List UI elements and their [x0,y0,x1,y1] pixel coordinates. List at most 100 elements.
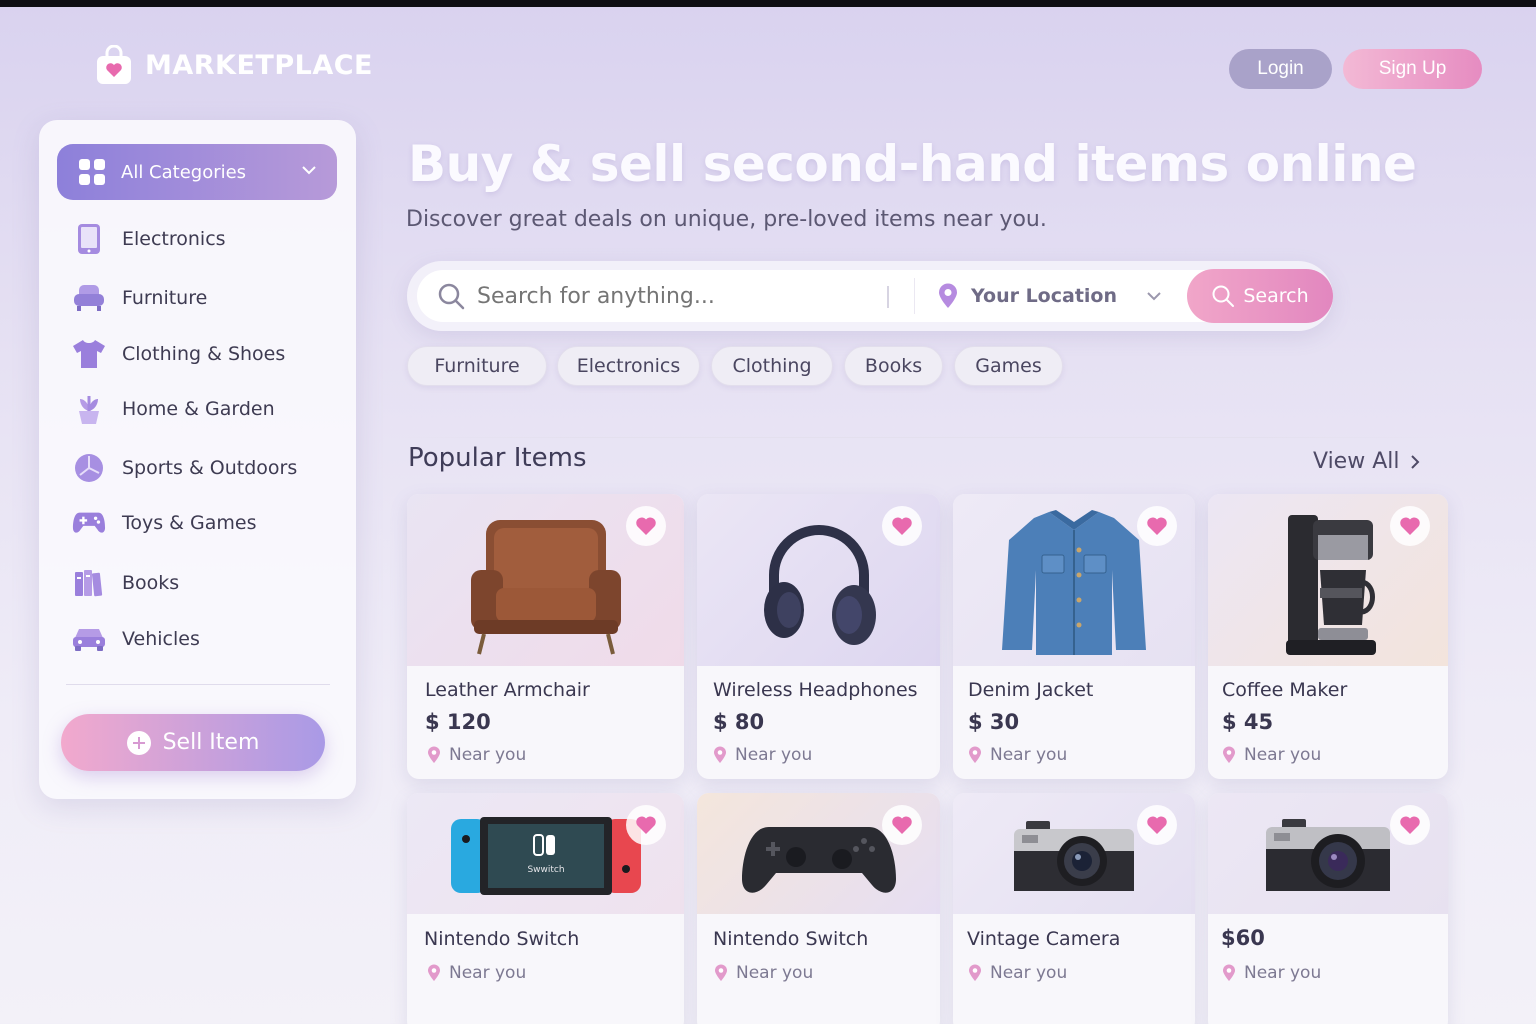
sidebar-item-clothing-shoes[interactable]: Clothing & Shoes [72,334,285,374]
product-card-camera[interactable]: $60 Near you [1208,793,1448,1024]
product-location: Near you [713,745,812,765]
car-icon [72,622,106,656]
favorite-button[interactable] [1390,805,1430,845]
search-icon [1212,285,1235,307]
product-price: $ 30 [968,710,1020,734]
hero-subtitle: Discover great deals on unique, pre-love… [406,207,1047,232]
view-all-link[interactable]: View All [1313,449,1421,474]
tablet-icon [72,222,106,256]
favorite-button[interactable] [882,805,922,845]
brand-name: MARKETPLACE [145,49,373,81]
heart-icon [892,816,912,834]
product-card-wireless-headphones[interactable]: Wireless Headphones $ 80 Near you [697,494,940,779]
location-pin-icon [715,964,727,981]
product-location: Near you [1222,745,1321,765]
window-top-bar [0,0,1536,7]
hero-title: Buy & sell second-hand items online [408,135,1417,193]
chevron-right-icon [1411,454,1420,469]
product-name: Denim Jacket [968,679,1094,701]
location-pin-icon [969,964,981,981]
location-selector[interactable]: Your Location [937,270,1163,322]
location-text: Near you [990,745,1068,765]
product-card-vintage-camera[interactable]: Vintage Camera Near you [953,793,1195,1024]
product-name: Coffee Maker [1222,679,1348,701]
location-pin-icon [1223,964,1235,981]
location-pin-icon [714,746,726,763]
text-cursor [887,286,889,308]
sidebar-item-toys-games[interactable]: Toys & Games [72,503,257,543]
product-location: Near you [427,963,526,983]
brand-logo[interactable]: MARKETPLACE [95,44,373,85]
shirt-icon [72,337,106,371]
product-location: Near you [968,963,1067,983]
all-categories-dropdown[interactable]: All Categories [57,144,337,200]
favorite-button[interactable] [1137,506,1177,546]
product-card-game-controller[interactable]: Nintendo Switch Near you [697,793,940,1024]
sidebar-item-label: Books [122,572,180,594]
product-location: Near you [968,745,1067,765]
location-text: Near you [449,745,527,765]
plus-icon [126,730,151,755]
product-location: Near you [1222,963,1321,983]
search-button[interactable]: Search [1187,269,1333,323]
books-icon [72,566,106,600]
heart-icon [636,517,656,535]
product-card-denim-jacket[interactable]: Denim Jacket $ 30 Near you [953,494,1195,779]
sell-item-label: Sell Item [162,730,260,755]
location-text: Near you [1244,963,1322,983]
favorite-button[interactable] [1137,805,1177,845]
heart-icon [1147,816,1167,834]
favorite-button[interactable] [626,805,666,845]
location-text: Near you [990,963,1068,983]
product-price: $ 45 [1222,710,1274,734]
sidebar-item-label: Home & Garden [122,398,275,420]
chevron-down-icon [1147,292,1161,301]
product-card-coffee-maker[interactable]: Coffee Maker $ 45 Near you [1208,494,1448,779]
favorite-button[interactable] [882,506,922,546]
login-button[interactable]: Login [1229,49,1332,89]
sidebar-item-label: Vehicles [122,628,200,650]
sidebar-item-furniture[interactable]: Furniture [72,278,207,318]
product-card-leather-armchair[interactable]: Leather Armchair $ 120 Near you [407,494,684,779]
product-name: Nintendo Switch [424,928,580,950]
sidebar-item-label: Clothing & Shoes [122,343,286,365]
chip-books[interactable]: Books [844,346,943,386]
location-pin-icon [428,746,440,763]
favorite-button[interactable] [1390,506,1430,546]
chip-games[interactable]: Games [954,346,1063,386]
gamepad-icon [72,506,106,540]
chip-electronics[interactable]: Electronics [557,346,700,386]
location-text: Near you [735,745,813,765]
sidebar-item-electronics[interactable]: Electronics [72,219,226,259]
sidebar-item-books[interactable]: Books [72,563,179,603]
product-price: $ 120 [425,710,491,734]
sidebar-item-sports-outdoors[interactable]: Sports & Outdoors [72,448,297,488]
sidebar-item-label: Furniture [122,287,208,309]
sidebar-item-label: Sports & Outdoors [122,457,298,479]
favorite-button[interactable] [626,506,666,546]
product-card-nintendo-switch[interactable]: Swwitch Nintendo Switch Near you [407,793,684,1024]
search-separator [914,278,915,314]
plant-icon [72,392,106,426]
search-bar: Your Location Search [407,261,1333,331]
search-input[interactable] [477,283,867,309]
search-box: Your Location Search [417,269,1333,323]
armchair-icon [72,281,106,315]
location-pin-icon [939,283,957,308]
location-text: Near you [736,963,814,983]
sidebar-item-vehicles[interactable]: Vehicles [72,619,200,659]
signup-button[interactable]: Sign Up [1343,49,1482,89]
sidebar-item-home-garden[interactable]: Home & Garden [72,389,275,429]
sidebar-item-label: Electronics [122,228,226,250]
product-location: Near you [714,963,813,983]
heart-icon [1147,517,1167,535]
sell-item-button[interactable]: Sell Item [61,714,325,771]
shopping-bag-icon [95,44,133,85]
product-price: $ 80 [713,710,765,734]
search-icon [438,283,465,310]
chip-clothing[interactable]: Clothing [711,346,833,386]
chip-furniture[interactable]: Furniture [407,346,547,386]
heart-icon [892,517,912,535]
dropdown-label: All Categories [121,161,247,183]
grid-icon [79,159,105,185]
